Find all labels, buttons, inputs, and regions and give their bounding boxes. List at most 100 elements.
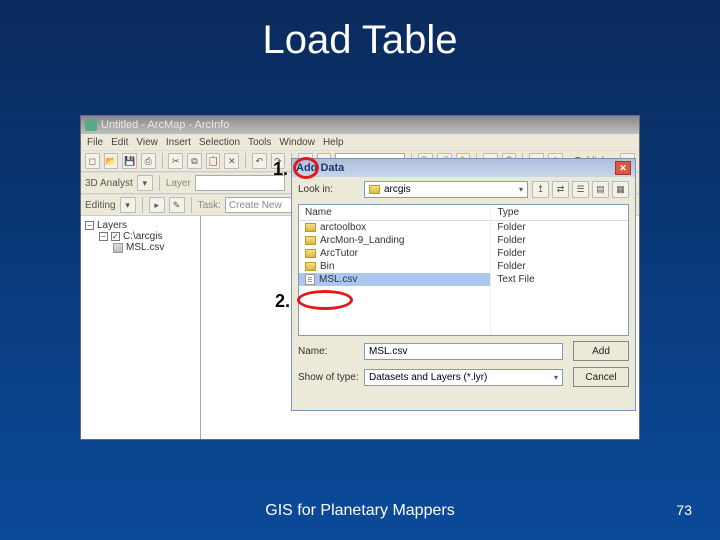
- close-button[interactable]: ✕: [615, 161, 631, 175]
- folder-icon: [305, 262, 316, 271]
- add-button[interactable]: Add: [573, 341, 629, 361]
- new-icon[interactable]: ◻: [85, 153, 100, 169]
- menu-tools[interactable]: Tools: [248, 137, 271, 148]
- file-list[interactable]: Name arctoolbox ArcMon-9_Landing ArcTuto…: [298, 204, 629, 336]
- chevron-down-icon[interactable]: ▾: [137, 175, 153, 191]
- folder-icon: [305, 223, 316, 232]
- redo-icon[interactable]: ↷: [271, 153, 286, 169]
- edit-tool-icon[interactable]: ▸: [149, 197, 165, 213]
- menu-view[interactable]: View: [136, 137, 158, 148]
- task-label: Task:: [198, 200, 221, 211]
- column-header-type[interactable]: Type: [491, 205, 628, 221]
- task-combo[interactable]: Create New: [225, 197, 295, 213]
- list-view-icon[interactable]: ☰: [572, 181, 589, 198]
- dialog-nav-tools: ↥ ⇄ ☰ ▤ ▦: [532, 181, 629, 198]
- menu-help[interactable]: Help: [323, 137, 344, 148]
- menu-insert[interactable]: Insert: [166, 137, 191, 148]
- layer-label: Layer: [166, 178, 191, 189]
- dialog-bottom: Name: MSL.csv Add Show of type: Datasets…: [292, 338, 635, 396]
- list-item[interactable]: ArcMon-9_Landing: [299, 234, 490, 247]
- collapse-icon[interactable]: −: [85, 221, 94, 230]
- text-file-icon: [305, 274, 315, 285]
- table-icon: [113, 243, 123, 253]
- print-icon[interactable]: ⎙: [141, 153, 156, 169]
- showtype-value: Datasets and Layers (*.lyr): [369, 372, 487, 383]
- list-item-label: arctoolbox: [320, 222, 366, 233]
- chevron-down-icon[interactable]: ▾: [120, 197, 136, 213]
- menu-file[interactable]: File: [87, 137, 103, 148]
- menu-window[interactable]: Window: [279, 137, 315, 148]
- folder-icon: [305, 249, 316, 258]
- list-item-type: Text File: [491, 273, 628, 286]
- folder-icon: [369, 185, 380, 194]
- separator: [162, 153, 163, 169]
- menubar: File Edit View Insert Selection Tools Wi…: [81, 134, 639, 150]
- list-item-selected[interactable]: MSL.csv: [299, 273, 490, 286]
- open-icon[interactable]: 📂: [104, 153, 119, 169]
- lookin-row: Look in: arcgis ▾ ↥ ⇄ ☰ ▤ ▦: [292, 177, 635, 202]
- name-input[interactable]: MSL.csv: [364, 343, 563, 360]
- separator: [245, 153, 246, 169]
- list-item-label: Bin: [320, 261, 334, 272]
- name-value: MSL.csv: [369, 346, 407, 357]
- list-item-label: ArcMon-9_Landing: [320, 235, 405, 246]
- lookin-value: arcgis: [384, 184, 411, 195]
- slide-footer: GIS for Planetary Mappers: [0, 502, 720, 520]
- paste-icon[interactable]: 📋: [206, 153, 221, 169]
- window-title-text: Untitled - ArcMap - ArcInfo: [101, 119, 229, 131]
- cut-icon[interactable]: ✂: [168, 153, 183, 169]
- collapse-icon[interactable]: −: [99, 232, 108, 241]
- dialog-titlebar: Add Data ✕: [292, 159, 635, 177]
- undo-icon[interactable]: ↶: [252, 153, 267, 169]
- list-item-type: Folder: [491, 221, 628, 234]
- list-item-label: ArcTutor: [320, 248, 358, 259]
- cancel-button[interactable]: Cancel: [573, 367, 629, 387]
- menu-edit[interactable]: Edit: [111, 137, 128, 148]
- editing-label: Editing: [85, 200, 116, 211]
- name-label: Name:: [298, 346, 360, 357]
- separator: [191, 197, 192, 213]
- list-item-label: MSL.csv: [319, 274, 357, 285]
- delete-icon[interactable]: ✕: [224, 153, 239, 169]
- dialog-title-text: Add Data: [296, 162, 344, 174]
- connect-folder-icon[interactable]: ⇄: [552, 181, 569, 198]
- visibility-checkbox[interactable]: [111, 232, 120, 241]
- table-of-contents: − Layers − C:\arcgis MSL.csv: [81, 216, 201, 439]
- app-icon: [85, 119, 97, 131]
- slide-title: Load Table: [0, 18, 720, 63]
- layer-combo[interactable]: [195, 175, 285, 191]
- toc-dataframe[interactable]: − C:\arcgis: [99, 231, 196, 242]
- separator: [159, 175, 160, 191]
- list-item-type: Folder: [491, 234, 628, 247]
- arcmap-window: Untitled - ArcMap - ArcInfo File Edit Vi…: [80, 115, 640, 440]
- add-data-dialog: Add Data ✕ Look in: arcgis ▾ ↥ ⇄ ☰ ▤ ▦ N…: [291, 158, 636, 411]
- toc-root[interactable]: − Layers: [85, 220, 196, 231]
- save-icon[interactable]: 💾: [122, 153, 137, 169]
- toc-dataframe-label: C:\arcgis: [123, 231, 162, 242]
- folder-icon: [305, 236, 316, 245]
- chevron-down-icon: ▾: [519, 185, 523, 194]
- slide-page-number: 73: [676, 502, 692, 518]
- up-one-level-icon[interactable]: ↥: [532, 181, 549, 198]
- separator: [142, 197, 143, 213]
- chevron-down-icon: ▾: [554, 373, 558, 382]
- details-view-icon[interactable]: ▤: [592, 181, 609, 198]
- toc-root-label: Layers: [97, 220, 127, 231]
- menu-selection[interactable]: Selection: [199, 137, 240, 148]
- lookin-combo[interactable]: arcgis ▾: [364, 181, 528, 198]
- lookin-label: Look in:: [298, 184, 360, 195]
- copy-icon[interactable]: ⧉: [187, 153, 202, 169]
- list-item-type: Folder: [491, 247, 628, 260]
- thumbnails-view-icon[interactable]: ▦: [612, 181, 629, 198]
- list-item[interactable]: ArcTutor: [299, 247, 490, 260]
- list-item[interactable]: arctoolbox: [299, 221, 490, 234]
- sketch-tool-icon[interactable]: ✎: [169, 197, 185, 213]
- showtype-label: Show of type:: [298, 372, 360, 383]
- list-item-type: Folder: [491, 260, 628, 273]
- analyst-label: 3D Analyst: [85, 178, 133, 189]
- toc-layer[interactable]: MSL.csv: [113, 242, 196, 253]
- list-item[interactable]: Bin: [299, 260, 490, 273]
- column-header-name[interactable]: Name: [299, 205, 490, 221]
- window-titlebar: Untitled - ArcMap - ArcInfo: [81, 116, 639, 134]
- showtype-combo[interactable]: Datasets and Layers (*.lyr) ▾: [364, 369, 563, 386]
